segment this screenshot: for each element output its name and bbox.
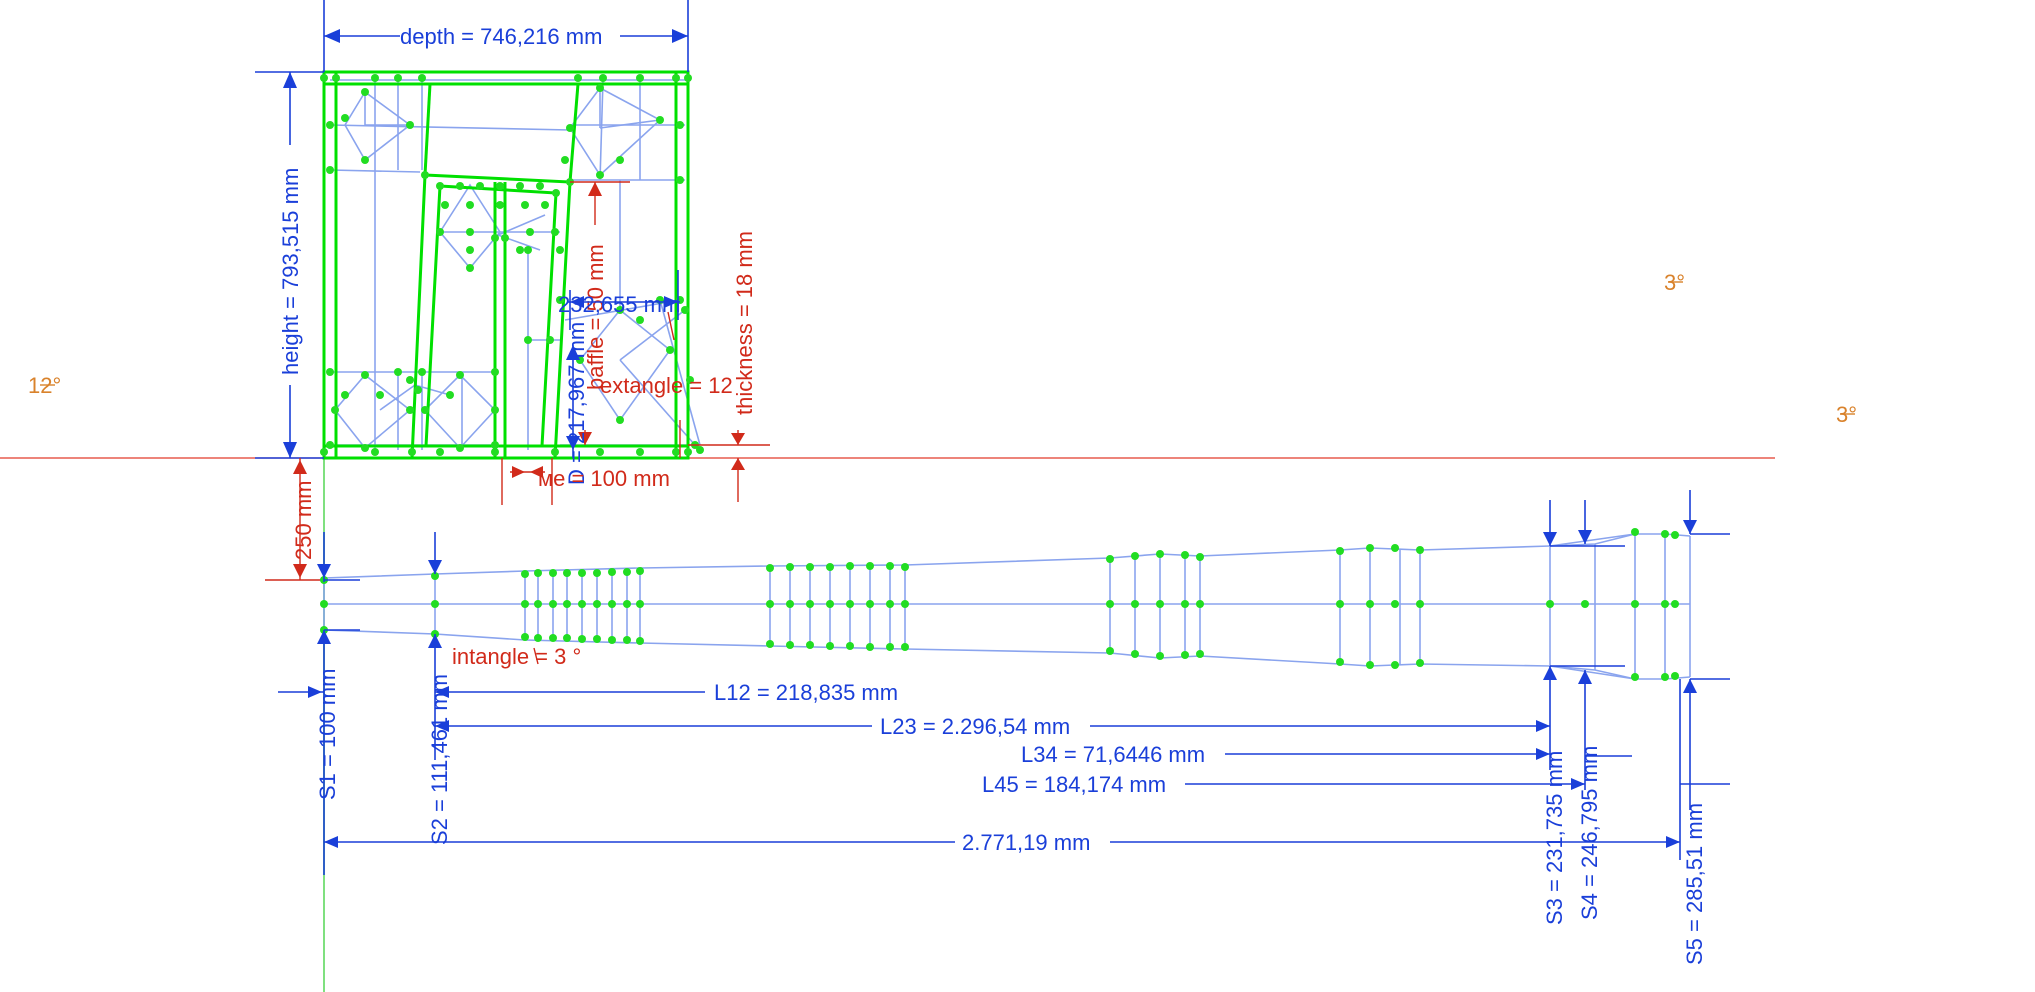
box-vertices [320, 74, 704, 456]
tube-label: ме = 100 mm [538, 466, 670, 491]
dim-L12[interactable]: L12 = 218,835 mm [435, 680, 898, 705]
dim-total-length[interactable]: 2.771,19 mm [324, 679, 1681, 860]
L12-label: L12 = 218,835 mm [714, 680, 898, 705]
S2-label: S2 = 111,461 mm [427, 674, 452, 845]
cad-drawing-canvas[interactable]: depth = 746,216 mm height = 793,515 mm t… [0, 0, 2035, 992]
thickness-label: thickness = 18 mm [732, 231, 757, 415]
dim-intangle[interactable]: intangle = 3 ° [452, 644, 581, 669]
dim-height[interactable]: height = 793,515 mm [255, 71, 324, 459]
S3-label: S3 = 231,735 mm [1542, 751, 1567, 925]
dim-S5[interactable]: S5 = 285,51 mm [1680, 490, 1730, 965]
dim-offset-250[interactable]: 250 mm [265, 458, 324, 581]
depth-label: depth = 746,216 mm [400, 24, 602, 49]
dim-thickness[interactable]: thickness = 18 mm [688, 231, 770, 502]
dim-depth[interactable]: depth = 746,216 mm [323, 0, 689, 72]
dim-width-top[interactable]: 232,655 mm [558, 270, 680, 330]
L34-label: L34 = 71,6446 mm [1021, 742, 1205, 767]
extangle-label: extangle = 12 [600, 373, 733, 398]
S5-label: S5 = 285,51 mm [1682, 803, 1707, 965]
height-label: height = 793,515 mm [278, 168, 303, 375]
intangle-label: intangle = 3 ° [452, 644, 581, 669]
dim-L45[interactable]: L45 = 184,174 mm [982, 772, 1585, 797]
S1-label: S1 = 100 mm [315, 669, 340, 800]
L45-label: L45 = 184,174 mm [982, 772, 1166, 797]
dim-L23[interactable]: L23 = 2.296,54 mm [435, 714, 1550, 739]
dim-S1[interactable]: S1 = 100 mm [278, 532, 360, 875]
dim-D[interactable]: D = 217,967 mm [564, 322, 589, 485]
offset-250-label: 250 mm [291, 481, 316, 560]
width-top-label: 232,655 mm [558, 292, 680, 317]
dim-S4[interactable]: S4 = 246,795 mm [1577, 500, 1632, 920]
D-label: D = 217,967 mm [564, 322, 589, 485]
total-length-label: 2.771,19 mm [962, 830, 1090, 855]
L23-label: L23 = 2.296,54 mm [880, 714, 1070, 739]
S4-label: S4 = 246,795 mm [1577, 746, 1602, 920]
box-panel[interactable] [320, 70, 704, 460]
dim-L34[interactable]: L34 = 71,6446 mm [1021, 742, 1550, 767]
